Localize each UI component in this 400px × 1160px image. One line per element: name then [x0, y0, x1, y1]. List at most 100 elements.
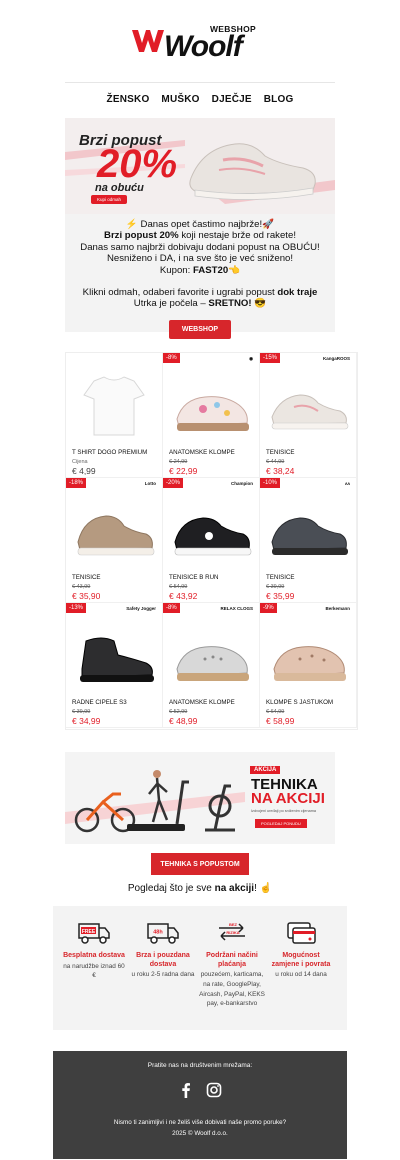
product-grid: T SHIRT DOGO PREMIUM Cijena € 4,99 -8% ◉…: [65, 352, 358, 730]
clog-icon: [176, 396, 249, 431]
unsubscribe-link[interactable]: Nismo ti zanimljivi i ne želiš više dobi…: [53, 1119, 347, 1126]
product-card[interactable]: -9% Berkemann KLOMPE S JASTUKOM € 64,99 …: [260, 603, 357, 728]
benefit-title: Mogućnost zamjene i povrata: [271, 952, 331, 968]
old-price: € 54,99: [169, 584, 188, 590]
price-label: Cijena: [72, 459, 88, 465]
product-name: ANATOMSKE KLOMPE: [169, 449, 235, 456]
product-card[interactable]: T SHIRT DOGO PREMIUM Cijena € 4,99: [66, 353, 163, 478]
hero-buy-button[interactable]: Kupi odmah: [91, 195, 128, 204]
old-price: € 44,99: [266, 459, 285, 465]
banner-title-accent: NA AKCIJI: [251, 790, 325, 807]
product-card[interactable]: -20% Champion TENISICE B RUN € 54,99 € 4…: [163, 478, 260, 603]
webshop-button[interactable]: WEBSHOP: [168, 319, 232, 339]
boot-icon: [80, 637, 154, 682]
benefit-title: Besplatna dostava: [63, 952, 125, 959]
akcija-tag: AKCIJA: [250, 766, 281, 774]
benefits-panel: FREE Besplatna dostava na narudžbe iznad…: [53, 906, 347, 1030]
clog-icon: [176, 646, 249, 681]
tech-discount-button[interactable]: TEHNIKA S POPUSTOM: [151, 853, 249, 875]
brand-logo: Lotto: [144, 481, 156, 486]
benefit-title: Brza i pouzdana dostava: [136, 952, 190, 968]
hero-banner[interactable]: Brzi popust 20% na obuću Kupi odmah: [65, 118, 335, 214]
product-name: TENISICE: [266, 574, 295, 581]
instagram-icon[interactable]: [206, 1082, 222, 1098]
product-card[interactable]: -10% ʌʌ TENISICE € 39,99 € 35,99: [260, 478, 357, 603]
svg-text:RIZIKA: RIZIKA: [226, 930, 239, 935]
discount-badge: -18%: [66, 478, 87, 488]
svg-text:FREE: FREE: [82, 929, 96, 935]
product-name: T SHIRT DOGO PREMIUM: [72, 449, 148, 456]
old-price: € 24,99: [169, 459, 188, 465]
akcija-line: Pogledaj što je sve na akciji! ☝: [127, 883, 273, 894]
tshirt-icon: [83, 376, 145, 436]
discount-badge: -8%: [163, 353, 180, 363]
product-card[interactable]: -13% Safety Jogger RADNE CIPELE S3 € 39,…: [66, 603, 163, 728]
sneaker-icon: [271, 394, 349, 430]
product-name: RADNE CIPELE S3: [72, 699, 127, 706]
sneaker-icon: [174, 517, 252, 556]
intro-line: ⚡ Danas opet častimo najbrže!🚀: [125, 219, 275, 230]
product-name: TENISICE: [72, 574, 101, 581]
facebook-icon[interactable]: [178, 1082, 194, 1098]
product-name: ANATOMSKE KLOMPE: [169, 699, 235, 706]
social-links: [53, 1082, 347, 1098]
discount-badge: -13%: [66, 603, 87, 613]
product-price: € 35,99: [266, 591, 295, 601]
discount-badge: -9%: [260, 603, 277, 613]
main-nav: ŽENSKO MUŠKO DJEČJE BLOG: [65, 94, 335, 105]
footer: Pratite nas na društvenim mrežama: Nismo…: [53, 1051, 347, 1159]
promo-text-panel: ⚡ Danas opet častimo najbrže!🚀 Brzi popu…: [65, 214, 335, 339]
banner-offer-button[interactable]: POGLEDAJ PONUDU: [255, 819, 307, 828]
discount-badge: -15%: [260, 353, 281, 363]
svg-text:48h: 48h: [153, 930, 163, 936]
product-price: € 48,99: [169, 716, 198, 726]
nav-item-djecje[interactable]: DJEČJE: [212, 94, 252, 105]
brand-logo: Champion: [231, 481, 253, 486]
hero-discount: 20%: [97, 142, 178, 186]
brand-logo: ◉: [249, 356, 253, 361]
product-price: € 58,99: [266, 716, 295, 726]
product-card[interactable]: -8% ◉ ANATOMSKE KLOMPE € 24,99 € 22,99: [163, 353, 260, 478]
intro-line: Klikni odmah, odaberi favorite i ugrabi …: [82, 287, 318, 299]
intro-line: Danas samo najbrži dobivaju dodani popus…: [80, 241, 320, 253]
fitness-equipment-graphic: [65, 770, 245, 833]
follow-text: Pratite nas na društvenim mrežama:: [147, 1062, 253, 1069]
benefit-fast-delivery: 48h Brza i pouzdana dostava u roku 2-5 r…: [130, 920, 196, 980]
banner-subtitle: Izdvojeni uređaji po sniženim cijenama: [251, 809, 317, 813]
discount-badge: -10%: [260, 478, 281, 488]
intro-line: Nesniženo i DA, i na sve što je već sniž…: [106, 253, 294, 265]
brand-logo: RELAX CLOGS: [220, 606, 253, 611]
nav-item-zensko[interactable]: ŽENSKO: [107, 94, 150, 105]
woolf-logo[interactable]: WEBSHOP Woolf: [130, 18, 270, 63]
sneaker-icon: [77, 515, 155, 556]
benefit-title: Podržani načini plaćanja: [206, 952, 258, 968]
sneaker-icon: [271, 517, 348, 555]
hero-subtitle: na obuću: [95, 182, 144, 194]
product-name: TENISICE B RUN: [169, 574, 219, 581]
discount-badge: -20%: [163, 478, 184, 488]
product-card[interactable]: -8% RELAX CLOGS ANATOMSKE KLOMPE € 52,99…: [163, 603, 260, 728]
woolf-w-icon: [132, 30, 164, 52]
product-price: € 34,99: [72, 716, 101, 726]
coupon-line: Kupon: FAST20👈: [159, 264, 241, 276]
brand-logo: KangaROOS: [322, 356, 350, 361]
benefit-desc: u roku od 14 dana: [275, 971, 327, 978]
nav-item-blog[interactable]: BLOG: [264, 94, 294, 105]
benefit-payments: BEZ RIZIKA Podržani načini plaćanja pouz…: [199, 920, 265, 1009]
cards-icon: [287, 922, 316, 944]
tech-banner[interactable]: AKCIJA TEHNIKA NA AKCIJI Izdvojeni uređa…: [65, 752, 335, 844]
intro-line: Brzi popust 20% koji nestaje brže od rak…: [104, 230, 296, 242]
brand-logo: Safety Jogger: [126, 606, 156, 611]
discount-badge: -8%: [163, 603, 180, 613]
product-name: TENISICE: [266, 449, 295, 456]
product-card[interactable]: -18% Lotto TENISICE € 43,99 € 35,90: [66, 478, 163, 603]
benefit-returns: Mogućnost zamjene i povrata u roku od 14…: [268, 920, 334, 980]
benefit-desc: u roku 2-5 radna dana: [131, 971, 195, 978]
product-card[interactable]: -15% KangaROOS TENISICE € 44,99 € 38,24: [260, 353, 357, 478]
old-price: € 64,99: [266, 709, 285, 715]
old-price: € 43,99: [72, 584, 91, 590]
product-price: € 22,99: [169, 466, 198, 476]
truck-48h-icon: 48h: [147, 923, 179, 944]
nav-item-musko[interactable]: MUŠKO: [161, 94, 199, 105]
benefit-desc: na narudžbe iznad 60 €: [63, 962, 125, 980]
